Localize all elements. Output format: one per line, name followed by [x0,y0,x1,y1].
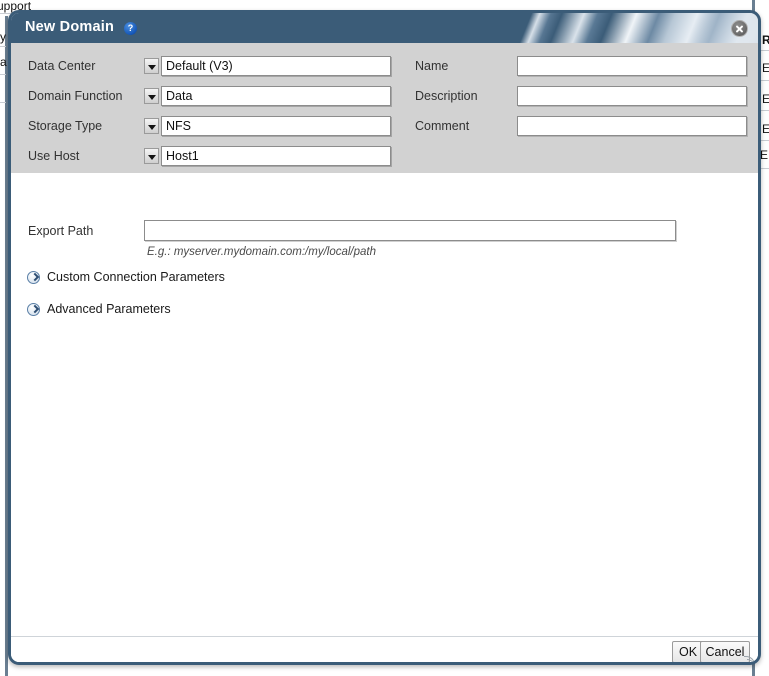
label-comment: Comment [415,119,470,133]
primary-fields-panel: Data Center Default (V3) Domain Function… [11,43,758,174]
background-row-rule [0,46,6,47]
dropdown-data-center-select[interactable]: Default (V3) [161,56,391,76]
dropdown-storage-type-select[interactable]: NFS [161,116,391,136]
background-fragment-right-2: E [762,92,769,106]
dialog-titlebar[interactable]: New Domain ? [11,13,758,43]
background-fragment-left-1: a [0,55,7,69]
label-storage-type: Storage Type [28,119,103,133]
dialog-footer: OK Cancel [11,636,758,662]
expander-label: Custom Connection Parameters [47,270,225,284]
dropdown-domain-function-select[interactable]: Data [161,86,391,106]
export-path-input[interactable] [144,220,676,241]
label-export-path: Export Path [28,224,94,238]
background-fragment-right-0: R [762,33,769,47]
resize-grip-arc [744,656,755,662]
label-use-host: Use Host [28,149,80,163]
field-row-name: Name [407,56,755,78]
expander-label: Advanced Parameters [47,302,171,316]
export-path-hint: E.g.: myserver.mydomain.com:/my/local/pa… [147,246,377,258]
background-row-rule [0,74,6,75]
dialog-body: Data Center Default (V3) Domain Function… [11,43,758,636]
field-row-description: Description [407,86,755,108]
background-fragment-right-3: E [762,122,769,136]
background-row-rule [0,102,6,103]
label-name: Name [415,59,449,73]
expander-custom-connection-parameters[interactable]: Custom Connection Parameters [27,270,225,284]
resize-grip[interactable] [742,654,756,662]
background-fragment-right-1: E [762,61,769,75]
titlebar-gloss-decoration [493,13,758,43]
details-panel: Export Path E.g.: myserver.mydomain.com:… [11,174,758,636]
background-fragment-right-4: E [760,148,769,162]
label-data-center: Data Center [28,59,96,73]
expander-advanced-parameters[interactable]: Advanced Parameters [27,302,171,316]
help-icon[interactable]: ? [124,22,137,35]
field-row-storage-type: Storage Type NFS [20,116,391,138]
name-input[interactable] [517,56,747,76]
background-fragment-left-0: y [0,30,6,44]
dialog-title: New Domain [25,19,115,35]
chevron-down-icon [144,148,159,164]
comment-input[interactable] [517,116,747,136]
chevron-down-icon [144,118,159,134]
dropdown-use-host-select[interactable]: Host1 [161,146,391,166]
field-row-comment: Comment [407,116,755,138]
field-row-data-center: Data Center Default (V3) [20,56,391,78]
label-domain-function: Domain Function [28,89,123,103]
label-description: Description [415,89,478,103]
chevron-down-icon [144,58,159,74]
chevron-right-icon [27,302,40,316]
field-row-domain-function: Domain Function Data [20,86,391,108]
close-icon[interactable] [731,20,748,37]
description-input[interactable] [517,86,747,106]
chevron-right-icon [27,270,40,284]
new-domain-dialog: New Domain ? Data Center Default (V3) Do… [8,10,761,665]
chevron-down-icon [144,88,159,104]
field-row-use-host: Use Host Host1 [20,146,391,168]
